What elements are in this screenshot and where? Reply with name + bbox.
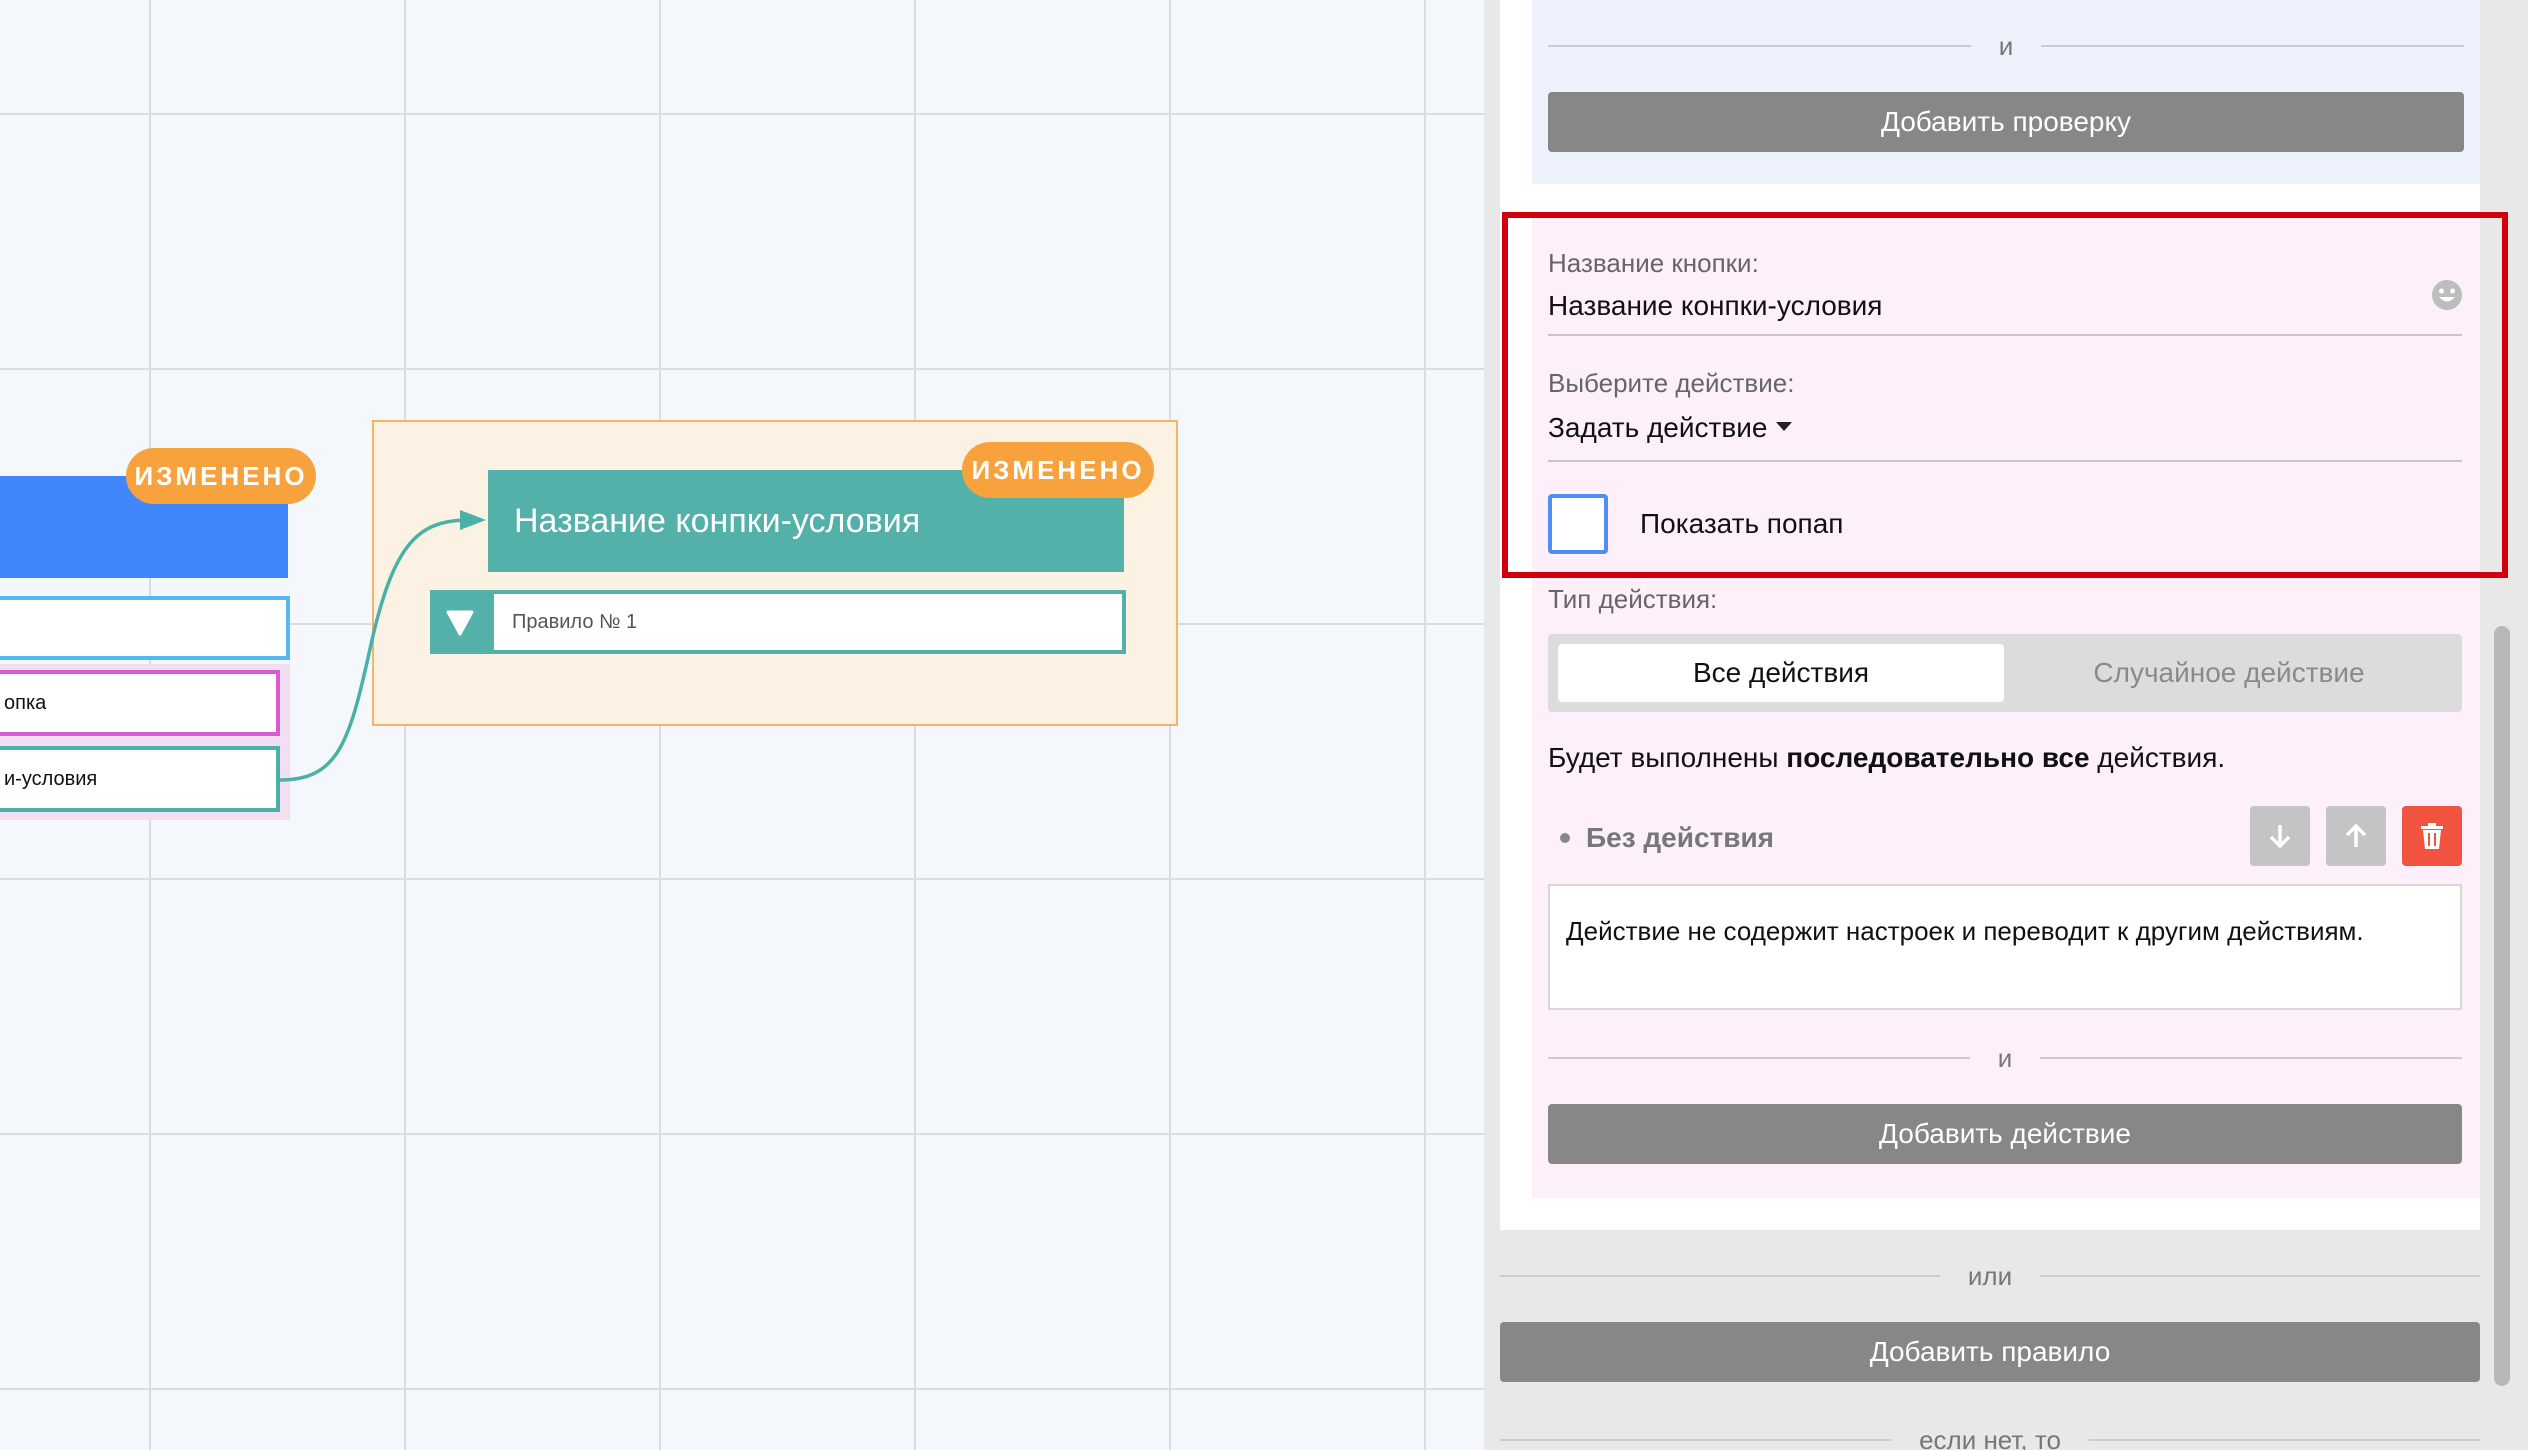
all-actions-option[interactable]: Все действия xyxy=(1558,644,2004,702)
action-item-title: Без действия xyxy=(1586,822,1775,853)
action-type-label: Тип действия: xyxy=(1548,584,1718,614)
add-action-button[interactable]: Добавить действие xyxy=(1548,1104,2462,1164)
and-divider: и xyxy=(1548,1038,2462,1078)
action-item-header: Без действия xyxy=(1560,822,1774,854)
or-divider: или xyxy=(1500,1256,2480,1296)
scrollbar-thumb[interactable] xyxy=(2494,626,2510,1386)
action-description-box: Действие не содержит настроек и переводи… xyxy=(1548,884,2462,1010)
add-rule-button[interactable]: Добавить правило xyxy=(1500,1322,2480,1382)
bullet-icon xyxy=(1560,833,1570,843)
random-action-option[interactable]: Случайное действие xyxy=(2004,644,2454,702)
move-down-button[interactable] xyxy=(2250,806,2310,866)
add-check-button[interactable]: Добавить проверку xyxy=(1548,92,2464,152)
move-up-button[interactable] xyxy=(2326,806,2386,866)
arrow-up-icon xyxy=(2345,823,2367,847)
flow-canvas[interactable]: ИЗМЕНЕНО опка и-условия Название конпки-… xyxy=(0,0,1484,1450)
trash-icon xyxy=(2421,823,2443,849)
connection-arrow xyxy=(279,510,486,782)
arrow-down-icon xyxy=(2269,825,2291,849)
rule-card: и Добавить проверку Название кнопки: Наз… xyxy=(1500,0,2508,1230)
highlight-frame xyxy=(1502,212,2508,578)
sequence-text-bold: последовательно все xyxy=(1786,742,2090,773)
sequence-text-suffix: действия. xyxy=(2089,742,2226,773)
settings-panel: и Добавить проверку Название кнопки: Наз… xyxy=(1484,0,2528,1450)
and-divider: и xyxy=(1548,26,2464,66)
sequence-description: Будет выполнены последовательно все дейс… xyxy=(1548,742,2225,774)
checks-section: и Добавить проверку xyxy=(1532,0,2480,184)
delete-action-button[interactable] xyxy=(2402,806,2462,866)
sequence-text-prefix: Будет выполнены xyxy=(1548,742,1787,773)
else-divider: если нет, то xyxy=(1500,1420,2481,1450)
